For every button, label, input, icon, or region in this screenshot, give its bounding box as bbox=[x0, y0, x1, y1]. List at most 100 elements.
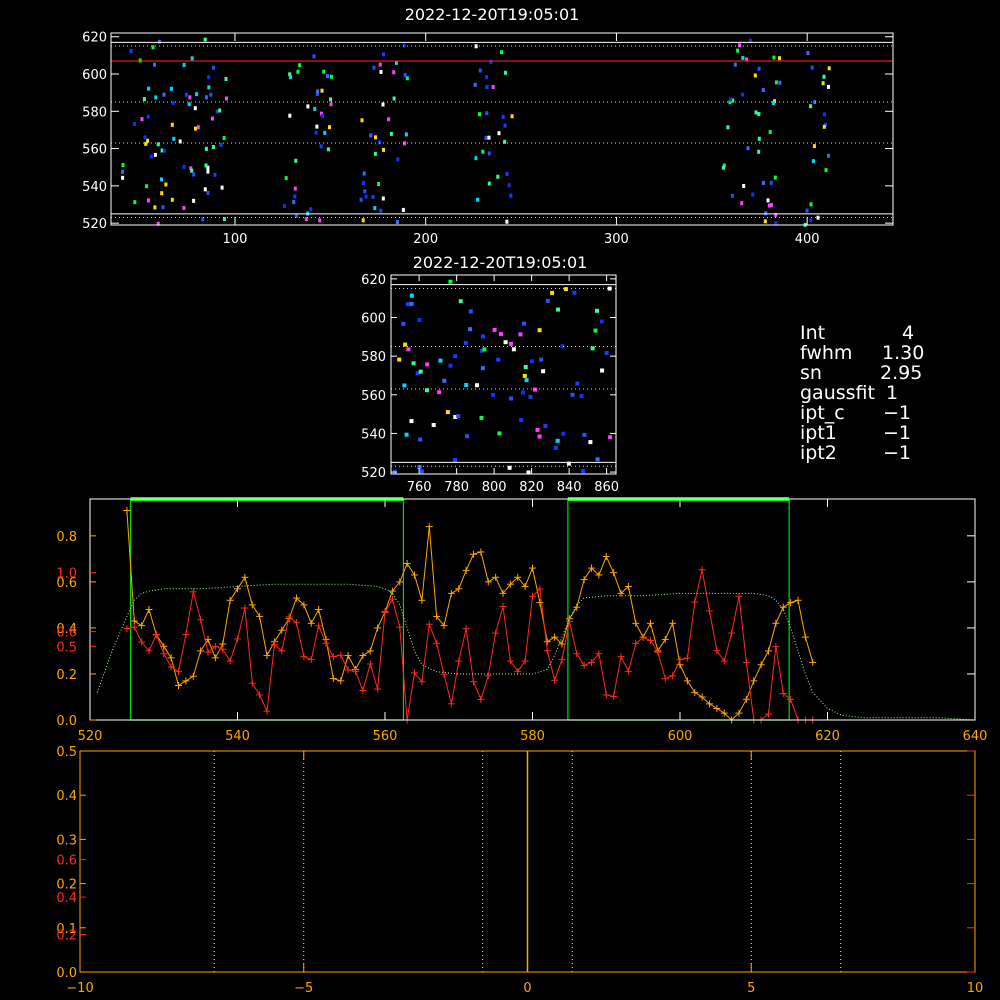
pixel bbox=[445, 410, 450, 415]
series-point-red bbox=[647, 636, 654, 644]
pixel bbox=[593, 328, 598, 333]
pixel bbox=[409, 419, 414, 424]
pixel bbox=[145, 184, 149, 189]
pixel bbox=[220, 185, 224, 190]
pixel bbox=[401, 207, 405, 212]
series-point-red bbox=[455, 657, 463, 665]
pixel bbox=[182, 164, 186, 169]
info-value: −1 bbox=[883, 402, 912, 424]
x-tick-label: 10 bbox=[967, 981, 984, 996]
pixel bbox=[294, 158, 298, 163]
pixel bbox=[496, 174, 500, 179]
pixel bbox=[404, 432, 409, 437]
pixel bbox=[595, 457, 600, 462]
pixel bbox=[811, 159, 815, 164]
pixel bbox=[505, 219, 509, 224]
series-point-orange bbox=[647, 619, 654, 627]
pixel bbox=[572, 290, 577, 295]
x-tick-label: 780 bbox=[444, 480, 469, 495]
series-point-orange bbox=[138, 622, 146, 630]
info-row-gaussfit: gaussfit 1 bbox=[800, 383, 924, 403]
pixel bbox=[318, 218, 322, 223]
pixel bbox=[827, 84, 830, 89]
y-tick-label: 540 bbox=[361, 427, 386, 442]
pixel bbox=[359, 197, 363, 202]
pixel bbox=[207, 75, 211, 80]
pixel bbox=[778, 80, 782, 85]
pixel bbox=[146, 138, 150, 143]
pixel bbox=[769, 203, 773, 208]
pixel bbox=[147, 198, 150, 203]
pixel bbox=[418, 437, 423, 442]
pixel bbox=[404, 132, 408, 137]
info-key: Int bbox=[800, 322, 826, 344]
pixel bbox=[378, 62, 382, 67]
pixel bbox=[364, 194, 368, 199]
series-point-red bbox=[499, 603, 507, 611]
pixel bbox=[403, 73, 407, 78]
series-point-red bbox=[182, 631, 190, 639]
pixel bbox=[389, 131, 393, 136]
pixel bbox=[218, 108, 222, 113]
series-point-red bbox=[477, 695, 485, 703]
pixel bbox=[522, 373, 527, 378]
info-value: −1 bbox=[883, 422, 912, 444]
pixel bbox=[160, 191, 164, 196]
pixel bbox=[822, 124, 826, 129]
pixel bbox=[171, 100, 175, 105]
zoom-heatmap-title: 2022-12-20T19:05:01 bbox=[413, 253, 588, 272]
pixel bbox=[458, 299, 463, 304]
pixel bbox=[211, 145, 215, 149]
info-value: 4 bbox=[902, 322, 915, 344]
pixel bbox=[805, 208, 809, 213]
pixel bbox=[498, 332, 503, 337]
y-tick-label: 0.2 bbox=[56, 668, 77, 683]
pixel bbox=[482, 347, 487, 352]
info-key: sn bbox=[800, 362, 822, 384]
series-point-red bbox=[720, 657, 728, 665]
pixel bbox=[196, 125, 200, 130]
series-point-orange bbox=[794, 596, 802, 604]
pixel bbox=[539, 357, 544, 362]
green-box bbox=[129, 498, 405, 721]
pixel bbox=[133, 121, 136, 126]
profile-plot-ticks: 520 540 560 580 600 620 6400.00.20.40.60.81.00… bbox=[56, 499, 987, 744]
series-point-orange bbox=[344, 652, 352, 660]
top-heatmap-title: 2022-12-20T19:05:01 bbox=[405, 5, 580, 24]
zoom-heatmap-guide-lines bbox=[391, 284, 616, 467]
info-row-sn: sn 2.95 bbox=[800, 363, 924, 383]
pixel bbox=[736, 48, 740, 53]
pixel bbox=[521, 390, 525, 395]
pixel bbox=[379, 69, 383, 74]
series-point-orange bbox=[359, 652, 367, 660]
pixel bbox=[329, 74, 333, 79]
series-point-orange bbox=[447, 589, 455, 597]
pixel bbox=[192, 198, 196, 203]
y-tick-label: 520 bbox=[82, 217, 107, 232]
series-point-red bbox=[470, 678, 477, 686]
pixel bbox=[757, 66, 761, 71]
x-tick-label: −5 bbox=[294, 981, 313, 996]
pixel bbox=[599, 319, 604, 324]
series-point-red bbox=[241, 604, 249, 612]
series-point-orange bbox=[197, 647, 205, 655]
series-point-red bbox=[772, 642, 780, 650]
series-point-orange bbox=[750, 677, 758, 685]
pixel bbox=[543, 424, 548, 428]
series-point-orange bbox=[366, 647, 374, 655]
pixel bbox=[437, 390, 442, 395]
pixel bbox=[464, 383, 469, 387]
y-tick-label: 600 bbox=[361, 312, 386, 327]
pixel bbox=[489, 59, 493, 64]
pixel bbox=[169, 86, 173, 91]
series-point-orange bbox=[462, 566, 470, 574]
series-point-orange bbox=[742, 695, 750, 703]
pixel bbox=[448, 363, 453, 368]
y-tick-label: 600 bbox=[82, 68, 107, 83]
pixel bbox=[215, 109, 219, 114]
pixel bbox=[387, 117, 391, 122]
y-tick-label: 0.5 bbox=[56, 640, 77, 655]
pixel bbox=[545, 298, 550, 303]
series-point-orange bbox=[779, 603, 787, 611]
pixel bbox=[757, 149, 761, 154]
